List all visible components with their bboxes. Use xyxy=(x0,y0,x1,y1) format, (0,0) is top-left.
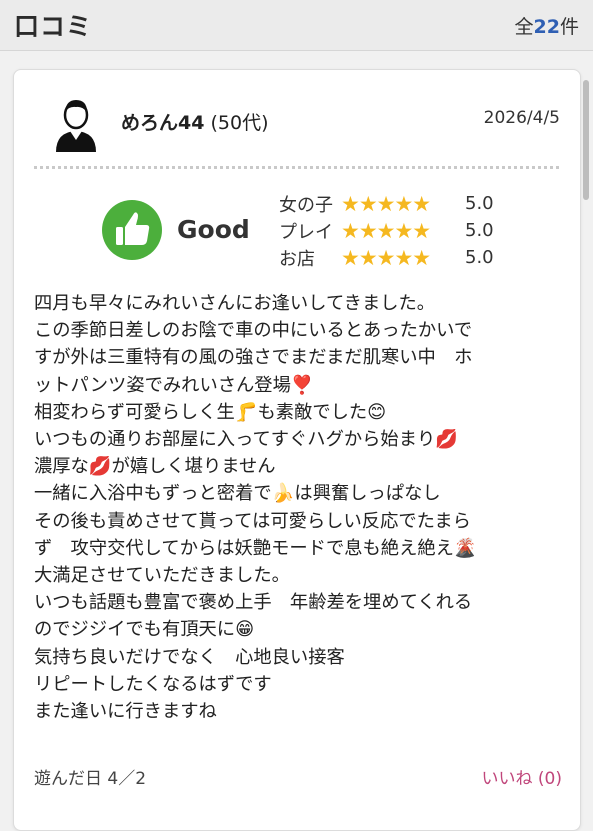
review-line: 相変わらず可愛らしく生🦵も素敵でした😊 xyxy=(34,401,387,423)
reviewer-info: めろん44 (50代) xyxy=(121,108,269,135)
rating-list: 女の子 ★★★★★ 5.0 プレイ ★★★★★ 5.0 お店 ★★★★★ 5.0 xyxy=(279,190,494,271)
scrollbar[interactable] xyxy=(583,80,589,200)
review-line: 四月も早々にみれいさんにお逢いしてきました。 xyxy=(34,293,436,314)
played-date: 遊んだ日 4／2 xyxy=(34,769,147,789)
like-count: (0) xyxy=(537,769,562,789)
star-icon: ★★★★★ xyxy=(341,218,431,243)
divider xyxy=(34,166,559,169)
review-line: この季節日差しのお陰で車の中にいるとあったかいで xyxy=(34,320,473,342)
review-line: また逢いに行きますね xyxy=(34,701,217,723)
section-title: 口コミ xyxy=(14,12,93,41)
rating-value: 5.0 xyxy=(465,247,494,268)
rating-value: 5.0 xyxy=(465,193,494,214)
review-line: 一緒に入浴中もずっと密着で🍌は興奮しっぱなし xyxy=(34,483,441,505)
like-label: いいね xyxy=(481,769,533,789)
review-count: 全22件 xyxy=(515,12,579,39)
review-line: ず 攻守交代してからは妖艶モードで息も絶え絶え🌋 xyxy=(34,537,477,559)
rating-value: 5.0 xyxy=(465,220,494,241)
rating-row-girl: 女の子 ★★★★★ 5.0 xyxy=(279,190,494,217)
review-line: いつも話題も豊富で褒め上手 年齢差を埋めてくれる xyxy=(34,592,473,614)
reviewer-name: めろん44 xyxy=(121,112,205,134)
rating-label: 女の子 xyxy=(279,194,333,216)
review-count-prefix: 全 xyxy=(514,16,534,38)
review-line: すが外は三重特有の風の強さでまだまだ肌寒い中 ホ xyxy=(34,347,473,369)
review-card: めろん44 (50代) 2026/4/5 Good 女の子 ★★★★★ 5.0 … xyxy=(13,69,581,831)
thumbs-up-icon xyxy=(102,200,162,260)
rating-label: お店 xyxy=(279,248,315,270)
user-avatar-icon xyxy=(47,95,105,153)
section-header: 口コミ 全22件 xyxy=(0,0,593,51)
rating-row-play: プレイ ★★★★★ 5.0 xyxy=(279,217,494,244)
review-count-number: 22 xyxy=(533,16,560,38)
review-line: いつもの通りお部屋に入ってすぐハグから始まり💋 xyxy=(34,429,459,451)
star-icon: ★★★★★ xyxy=(341,245,431,270)
review-body: 四月も早々にみれいさんにお逢いしてきました。 この季節日差しのお陰で車の中にいる… xyxy=(34,290,564,725)
rating-row-shop: お店 ★★★★★ 5.0 xyxy=(279,244,494,271)
review-line: 気持ち良いだけでなく 心地良い接客 xyxy=(34,646,345,668)
verdict-label: Good xyxy=(177,215,250,244)
review-count-suffix: 件 xyxy=(559,16,579,38)
rating-label: プレイ xyxy=(279,221,333,243)
review-line: リピートしたくなるはずです xyxy=(34,673,272,695)
review-line: その後も責めさせて貰っては可愛らしい反応でたまら xyxy=(34,510,471,532)
star-icon: ★★★★★ xyxy=(341,191,431,216)
review-line: のでジジイでも有頂天に😁 xyxy=(34,619,255,641)
review-line: 大満足させていただきました。 xyxy=(34,565,290,587)
review-line: 濃厚な💋が嬉しく堪りません xyxy=(34,456,276,478)
review-line: ットパンツ姿でみれいさん登場❣️ xyxy=(34,374,314,396)
reviewer-age: (50代) xyxy=(210,112,269,134)
like-button[interactable]: いいね (0) xyxy=(482,764,563,789)
review-date: 2026/4/5 xyxy=(483,108,560,128)
